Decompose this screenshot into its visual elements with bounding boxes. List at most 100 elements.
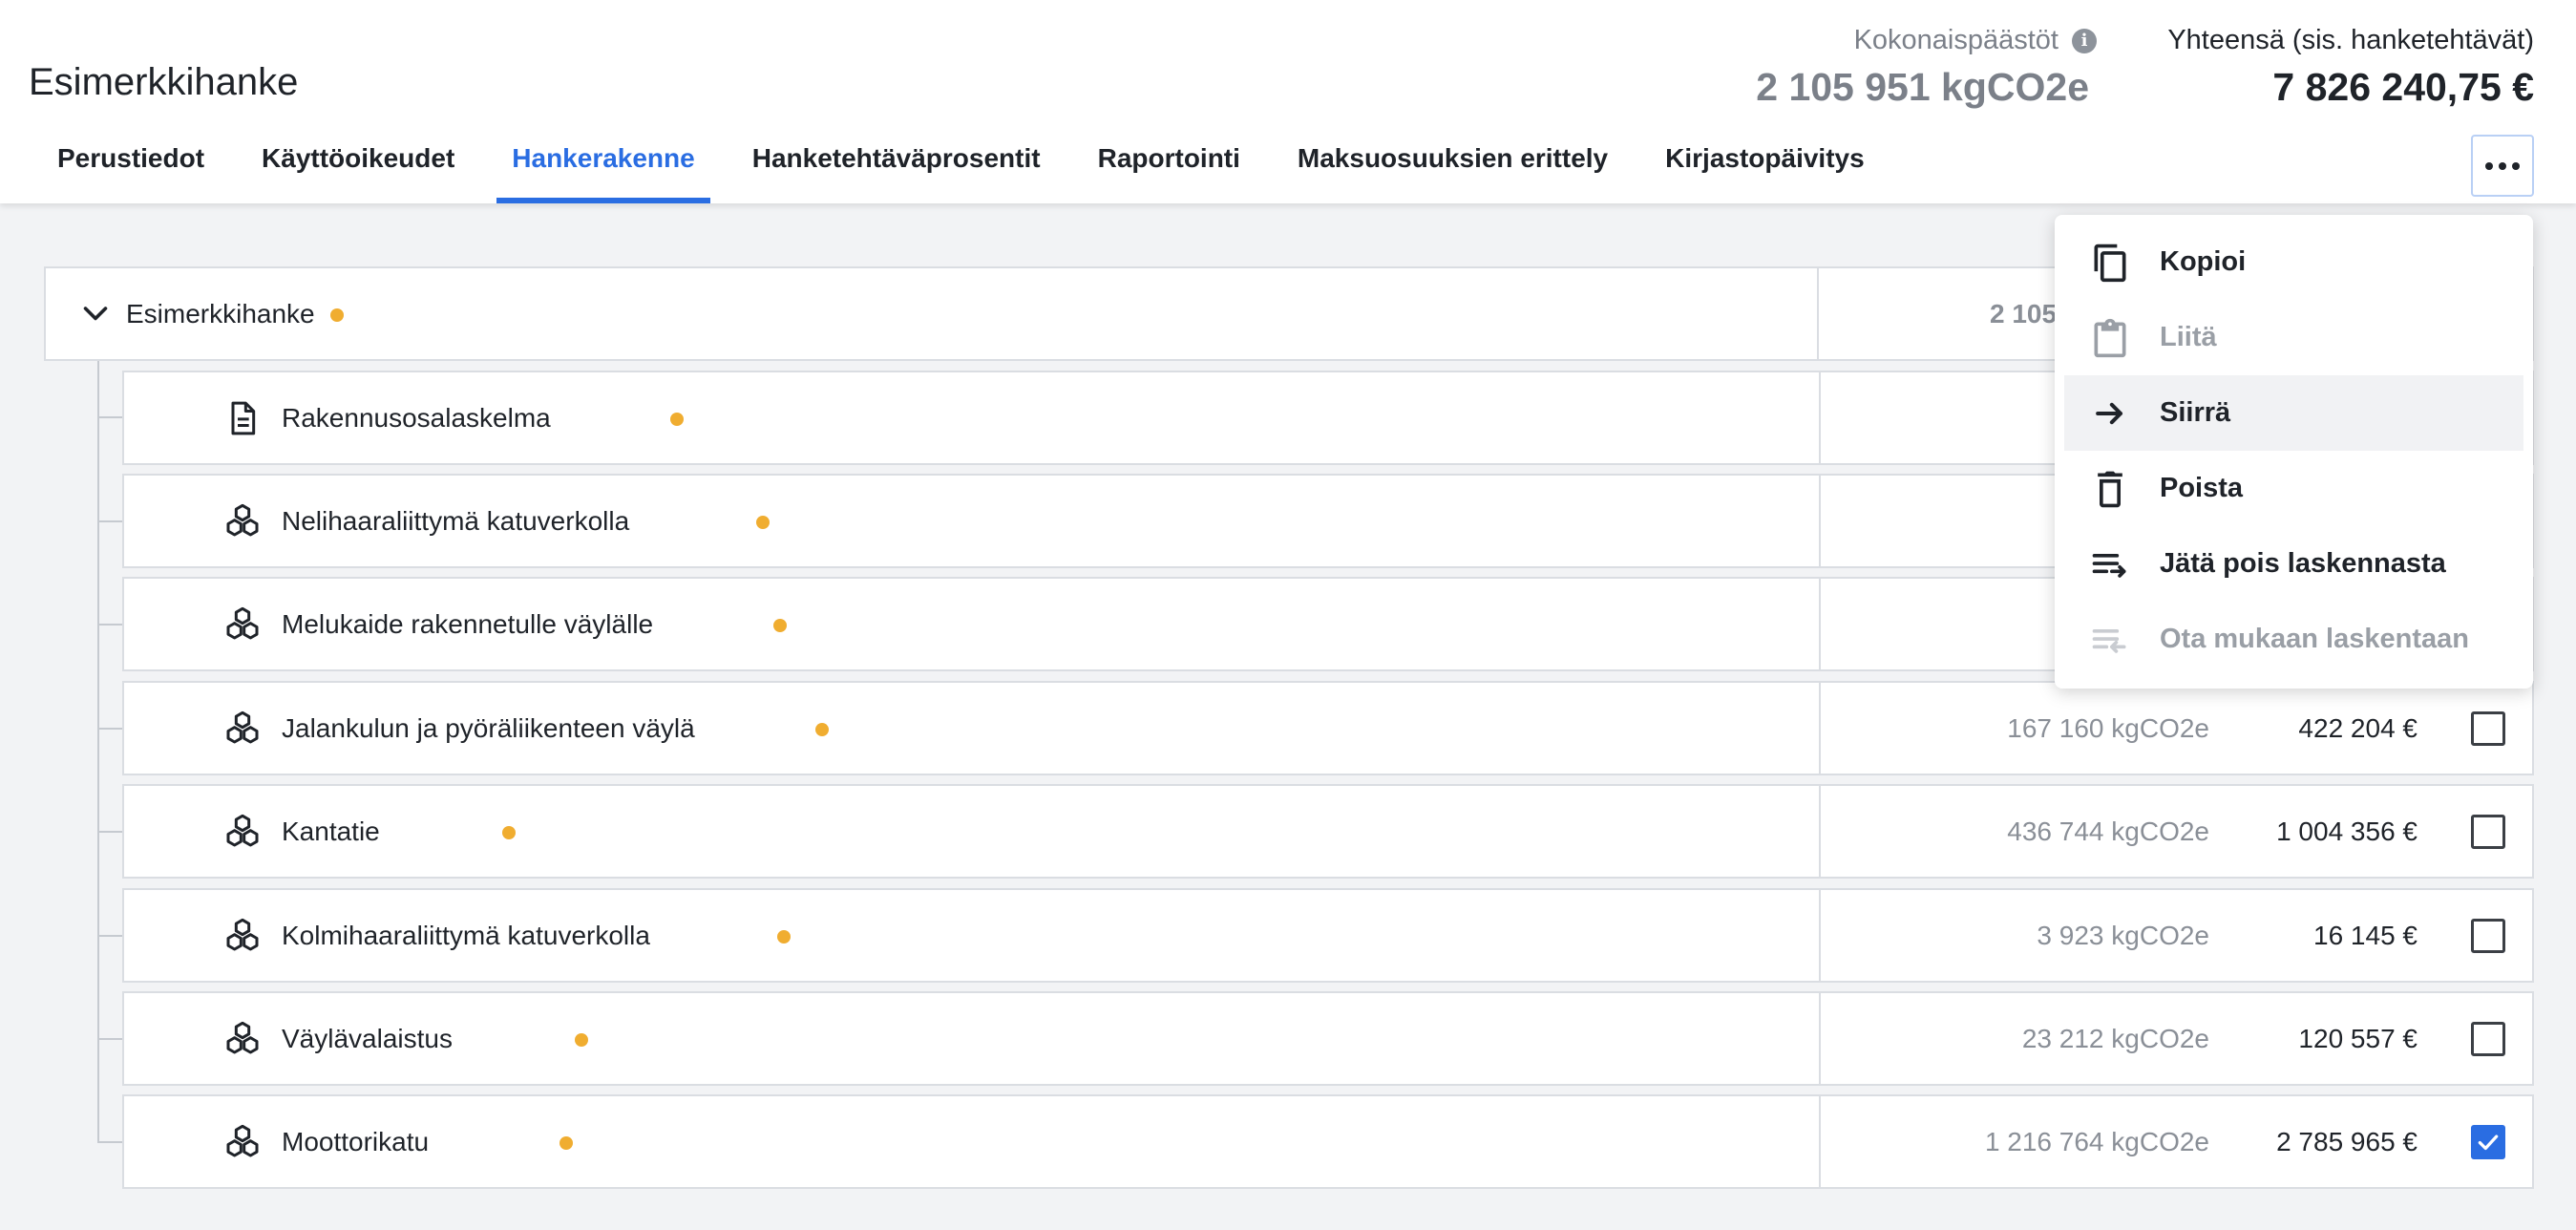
tab-bar: Perustiedot Käyttöoikeudet Hankerakenne … — [29, 132, 1893, 203]
column-divider — [1819, 579, 1821, 669]
status-dot — [575, 1033, 588, 1047]
row-label: Nelihaaraliittymä katuverkolla — [282, 506, 630, 536]
row-co2: 3 923 kgCO2e — [2037, 921, 2209, 950]
menu-item-delete[interactable]: Poista — [2055, 451, 2533, 526]
trash-icon — [2098, 471, 2122, 508]
row-checkbox[interactable] — [2471, 1125, 2505, 1159]
menu-item-move[interactable]: Siirrä — [2064, 375, 2523, 451]
tree-branch — [97, 520, 122, 522]
row-checkbox[interactable] — [2471, 1022, 2505, 1056]
cubes-icon — [226, 606, 259, 640]
cubes-icon — [226, 814, 259, 847]
more-dot-icon — [2485, 161, 2493, 170]
status-dot — [502, 826, 516, 839]
row-checkbox[interactable] — [2471, 815, 2505, 849]
column-divider — [1819, 683, 1821, 774]
status-dot — [815, 723, 829, 736]
arrow-right-icon — [2096, 402, 2123, 425]
tab-kirjastopaivitys[interactable]: Kirjastopäivitys — [1636, 132, 1893, 203]
row-co2: 167 160 kgCO2e — [2007, 713, 2209, 743]
tree-root-co2: 2 105 — [1990, 299, 2058, 329]
row-label: Moottorikatu — [282, 1127, 430, 1156]
tree-branch — [97, 728, 122, 730]
actions-dropdown-menu: Kopioi Liitä Siirrä Poista Jätä pois las… — [2055, 215, 2533, 689]
table-row[interactable]: Kolmihaaraliittymä katuverkolla 3 923 kg… — [122, 888, 2534, 983]
row-cost: 422 204 € — [2298, 713, 2418, 743]
menu-item-label: Poista — [2160, 473, 2244, 503]
column-divider — [1819, 993, 1821, 1084]
cubes-icon — [226, 1021, 259, 1054]
include-list-icon — [2092, 629, 2126, 653]
row-co2: 1 216 764 kgCO2e — [1984, 1127, 2209, 1156]
table-row[interactable]: Moottorikatu 1 216 764 kgCO2e 2 785 965 … — [122, 1094, 2534, 1189]
row-checkbox[interactable] — [2471, 919, 2505, 953]
status-dot — [777, 930, 791, 944]
tree-root-label: Esimerkkihanke — [126, 299, 315, 329]
total-emissions-label-text: Kokonaispäästöt — [1853, 25, 2059, 55]
table-row[interactable]: Väylävalaistus 23 212 kgCO2e 120 557 € — [122, 991, 2534, 1086]
column-divider — [1819, 372, 1821, 463]
menu-item-label: Jätä pois laskennasta — [2160, 548, 2446, 579]
menu-item-label: Kopioi — [2160, 246, 2247, 277]
row-label: Jalankulun ja pyöräliikenteen väylä — [282, 713, 695, 743]
column-divider — [1819, 786, 1821, 877]
row-cost: 120 557 € — [2298, 1024, 2418, 1053]
cubes-icon — [226, 1124, 259, 1157]
page-title: Esimerkkihanke — [29, 61, 299, 103]
tree-branch — [97, 1038, 122, 1040]
menu-item-label: Siirrä — [2160, 397, 2231, 428]
total-emissions-label: Kokonaispäästöt i — [1854, 25, 2097, 56]
row-cost: 1 004 356 € — [2276, 816, 2418, 846]
row-checkbox[interactable] — [2471, 711, 2505, 746]
row-co2: 436 744 kgCO2e — [2007, 816, 2209, 846]
tree-connector-line — [97, 361, 99, 1142]
row-co2: 23 212 kgCO2e — [2021, 1024, 2209, 1053]
more-actions-button[interactable] — [2471, 135, 2534, 197]
column-divider — [1819, 476, 1821, 566]
row-label: Melukaide rakennetulle väylälle — [282, 609, 654, 639]
table-row[interactable]: Kantatie 436 744 kgCO2e 1 004 356 € — [122, 784, 2534, 879]
row-label: Rakennusosalaskelma — [282, 403, 551, 433]
total-emissions-value: 2 105 951 kgCO2e — [1756, 65, 2089, 109]
tab-kayttooikeudet[interactable]: Käyttöoikeudet — [233, 132, 483, 203]
exclude-list-icon — [2092, 554, 2126, 578]
tab-perustiedot[interactable]: Perustiedot — [29, 132, 233, 203]
column-divider — [1819, 890, 1821, 981]
row-label: Väylävalaistus — [282, 1024, 453, 1053]
checkmark-icon — [2478, 1135, 2499, 1151]
status-dot — [560, 1136, 573, 1150]
column-divider — [1819, 1096, 1821, 1187]
row-label: Kolmihaaraliittymä katuverkolla — [282, 921, 650, 950]
cubes-icon — [226, 503, 259, 537]
info-icon[interactable]: i — [2072, 28, 2097, 53]
more-dot-icon — [2512, 161, 2520, 170]
more-dot-icon — [2499, 161, 2506, 170]
tree-branch — [97, 831, 122, 833]
tree-branch — [97, 624, 122, 626]
status-dot — [670, 413, 684, 426]
column-divider — [1817, 268, 1819, 359]
total-cost-value: 7 826 240,75 € — [2272, 65, 2534, 109]
project-header: Esimerkkihanke Kokonaispäästöt i 2 105 9… — [0, 0, 2576, 203]
tree-branch — [97, 1141, 122, 1143]
tree-branch — [97, 416, 122, 418]
tab-maksuosuuksien-erittely[interactable]: Maksuosuuksien erittely — [1269, 132, 1636, 203]
status-dot — [330, 308, 344, 322]
status-dot — [773, 619, 787, 632]
menu-item-include-in-calculation[interactable]: Ota mukaan laskentaan — [2055, 602, 2533, 677]
menu-item-copy[interactable]: Kopioi — [2055, 224, 2533, 300]
row-cost: 16 145 € — [2313, 921, 2418, 950]
table-row[interactable]: Jalankulun ja pyöräliikenteen väylä 167 … — [122, 681, 2534, 775]
status-dot — [756, 516, 770, 529]
tab-hanketehtavaprosentit[interactable]: Hanketehtäväprosentit — [724, 132, 1069, 203]
document-icon — [231, 401, 256, 435]
copy-icon — [2094, 244, 2126, 283]
chevron-down-icon[interactable] — [78, 297, 113, 331]
menu-item-exclude-from-calculation[interactable]: Jätä pois laskennasta — [2055, 526, 2533, 602]
tab-raportointi[interactable]: Raportointi — [1069, 132, 1269, 203]
tab-hankerakenne[interactable]: Hankerakenne — [483, 132, 723, 203]
row-label: Kantatie — [282, 816, 380, 846]
total-cost-label: Yhteensä (sis. hanketehtävät) — [2167, 25, 2534, 55]
cubes-icon — [226, 918, 259, 951]
menu-item-paste[interactable]: Liitä — [2055, 300, 2533, 375]
